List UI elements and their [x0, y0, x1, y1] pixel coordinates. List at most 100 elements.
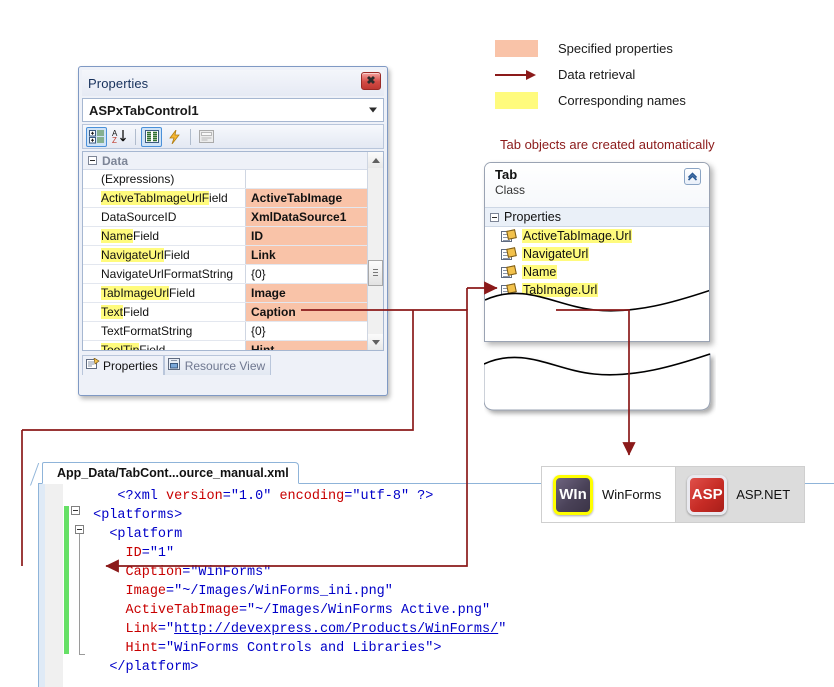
properties-tab[interactable]: Properties — [82, 355, 164, 375]
properties-window: Properties ✖ ASPxTabControl1 A Z — [78, 66, 388, 396]
collapse-box-icon[interactable] — [88, 156, 97, 165]
xml-token: ="~/Images/WinForms_ini.png" — [166, 584, 393, 599]
property-row[interactable]: NameField ID — [83, 227, 383, 246]
diagram-root: Properties ✖ ASPxTabControl1 A Z — [0, 0, 834, 687]
property-name: NavigateUrlFormatString — [83, 265, 246, 283]
properties-grid[interactable]: Data (Expressions)ActiveTabImageUrlField… — [82, 151, 384, 351]
scroll-up-icon[interactable] — [368, 152, 383, 168]
torn-edge-bottom — [484, 352, 716, 422]
property-value[interactable]: Caption — [246, 303, 383, 321]
property-name-highlight: ToolTip — [101, 343, 139, 351]
property-name-rest: Field — [133, 229, 159, 243]
collapse-box-icon-2[interactable] — [490, 213, 499, 222]
property-row[interactable]: ToolTipFieldHint — [83, 341, 383, 351]
tab-class-name: Tab — [495, 167, 701, 182]
property-name: (Expressions) — [83, 170, 246, 188]
xml-editor-tab[interactable]: App_Data/TabCont...ource_manual.xml — [42, 462, 299, 484]
chevron-up-icon[interactable] — [684, 168, 701, 185]
events-view-icon[interactable] — [164, 127, 185, 147]
grid-category-data[interactable]: Data — [83, 152, 383, 170]
legend-arrow-icon — [495, 66, 538, 83]
legend-label-data-retrieval: Data retrieval — [558, 67, 635, 82]
categorized-icon[interactable] — [86, 127, 107, 147]
tab-class-property-row[interactable]: ActiveTabImage.Url — [485, 227, 709, 245]
property-name: DataSourceID — [83, 208, 246, 226]
legend-swatch-specified — [495, 40, 538, 57]
property-row[interactable]: ActiveTabImageUrlFieldActiveTabImage — [83, 189, 383, 208]
toolbar-separator-2 — [190, 129, 191, 145]
property-row[interactable]: NavigateUrlFieldLink — [83, 246, 383, 265]
property-value[interactable]: {0} — [246, 322, 383, 340]
xml-token: ="1" — [142, 546, 174, 561]
property-row[interactable]: DataSourceIDXmlDataSource1 — [83, 208, 383, 227]
property-row[interactable]: TextFormatString{0} — [83, 322, 383, 341]
xml-token: <platforms> — [93, 508, 182, 523]
xml-code-line: Hint="WinForms Controls and Libraries"> — [85, 639, 834, 658]
property-row[interactable]: TextFieldCaption — [83, 303, 383, 322]
property-value[interactable]: Link — [246, 246, 383, 264]
property-value[interactable]: Hint — [246, 341, 383, 351]
xml-token: version — [166, 489, 223, 504]
resource-view-tab-label: Resource View — [185, 359, 265, 373]
winforms-tile-icon: WIn — [553, 475, 593, 515]
xml-link[interactable]: http://devexpress.com/Products/WinForms/ — [174, 622, 498, 637]
xml-token: ID — [126, 546, 142, 561]
property-value[interactable]: {0} — [246, 265, 383, 283]
property-value[interactable]: ID — [246, 227, 383, 245]
grid-category-label: Data — [102, 154, 128, 168]
property-name-rest: Field — [139, 343, 165, 351]
property-value[interactable]: Image — [246, 284, 383, 302]
legend-note: Tab objects are created automatically — [500, 137, 715, 152]
legend-label-corresponding: Corresponding names — [558, 93, 686, 108]
xml-token: Link — [126, 622, 158, 637]
property-row[interactable]: (Expressions) — [83, 170, 383, 189]
xml-code-line: <platform — [85, 525, 834, 544]
property-name: ToolTipField — [83, 341, 246, 351]
property-name-highlight: NavigateUrl — [101, 248, 164, 262]
properties-view-icon[interactable] — [141, 127, 162, 147]
tab-button-aspnet[interactable]: ASP ASP.NET — [676, 466, 805, 523]
outline-collapse-platform-icon[interactable] — [75, 525, 84, 534]
tab-class-panel-lower-piece — [484, 352, 710, 416]
tab-class-property-name: Name — [522, 265, 557, 279]
xml-editor-outline-margin[interactable] — [69, 484, 85, 687]
property-name: ActiveTabImageUrlField — [83, 189, 246, 207]
tab-class-property-row[interactable]: NavigateUrl — [485, 245, 709, 263]
scroll-down-icon[interactable] — [368, 334, 383, 350]
property-name-highlight: Name — [101, 229, 133, 243]
scrollbar-thumb[interactable] — [368, 260, 383, 286]
properties-grid-scrollbar[interactable] — [367, 152, 383, 350]
property-value[interactable]: ActiveTabImage — [246, 189, 383, 207]
torn-edge-top — [485, 286, 710, 341]
property-value[interactable]: XmlDataSource1 — [246, 208, 383, 226]
tab-class-properties-header[interactable]: Properties — [485, 207, 709, 227]
legend-item-data-retrieval: Data retrieval — [495, 62, 795, 86]
tab-class-property-row[interactable]: Name — [485, 263, 709, 281]
xml-code-line: ActiveTabImage="~/Images/WinForms Active… — [85, 601, 834, 620]
property-name-rest: ield — [209, 191, 228, 205]
properties-window-title: Properties — [82, 76, 148, 91]
property-name: TextFormatString — [83, 322, 246, 340]
property-row[interactable]: TabImageUrlFieldImage — [83, 284, 383, 303]
xml-token: Image — [126, 584, 167, 599]
object-selector-value: ASPxTabControl1 — [83, 103, 199, 118]
svg-text:Z: Z — [112, 136, 117, 144]
xml-token: Caption — [126, 565, 183, 580]
aspnet-tile-icon: ASP — [687, 475, 727, 515]
legend-label-specified: Specified properties — [558, 41, 673, 56]
outline-collapse-platforms-icon[interactable] — [71, 506, 80, 515]
xml-token: ="WinForms Controls and Libraries"> — [158, 641, 442, 656]
alphabetical-sort-icon[interactable]: A Z — [109, 127, 130, 147]
chevron-down-icon[interactable] — [369, 108, 377, 113]
tab-class-kind: Class — [495, 183, 701, 197]
property-value[interactable] — [246, 170, 383, 188]
property-row[interactable]: NavigateUrlFormatString{0} — [83, 265, 383, 284]
resource-view-tab[interactable]: Resource View — [164, 355, 271, 375]
object-selector-combobox[interactable]: ASPxTabControl1 — [82, 98, 384, 122]
property-pages-icon[interactable] — [196, 127, 217, 147]
close-icon[interactable]: ✖ — [361, 72, 381, 90]
xml-token: ="WinForms" — [182, 565, 271, 580]
properties-bottom-tabs: Properties Resource View — [82, 353, 384, 375]
tab-button-aspnet-label: ASP.NET — [736, 487, 790, 502]
tab-button-winforms[interactable]: WIn WinForms — [541, 466, 676, 523]
